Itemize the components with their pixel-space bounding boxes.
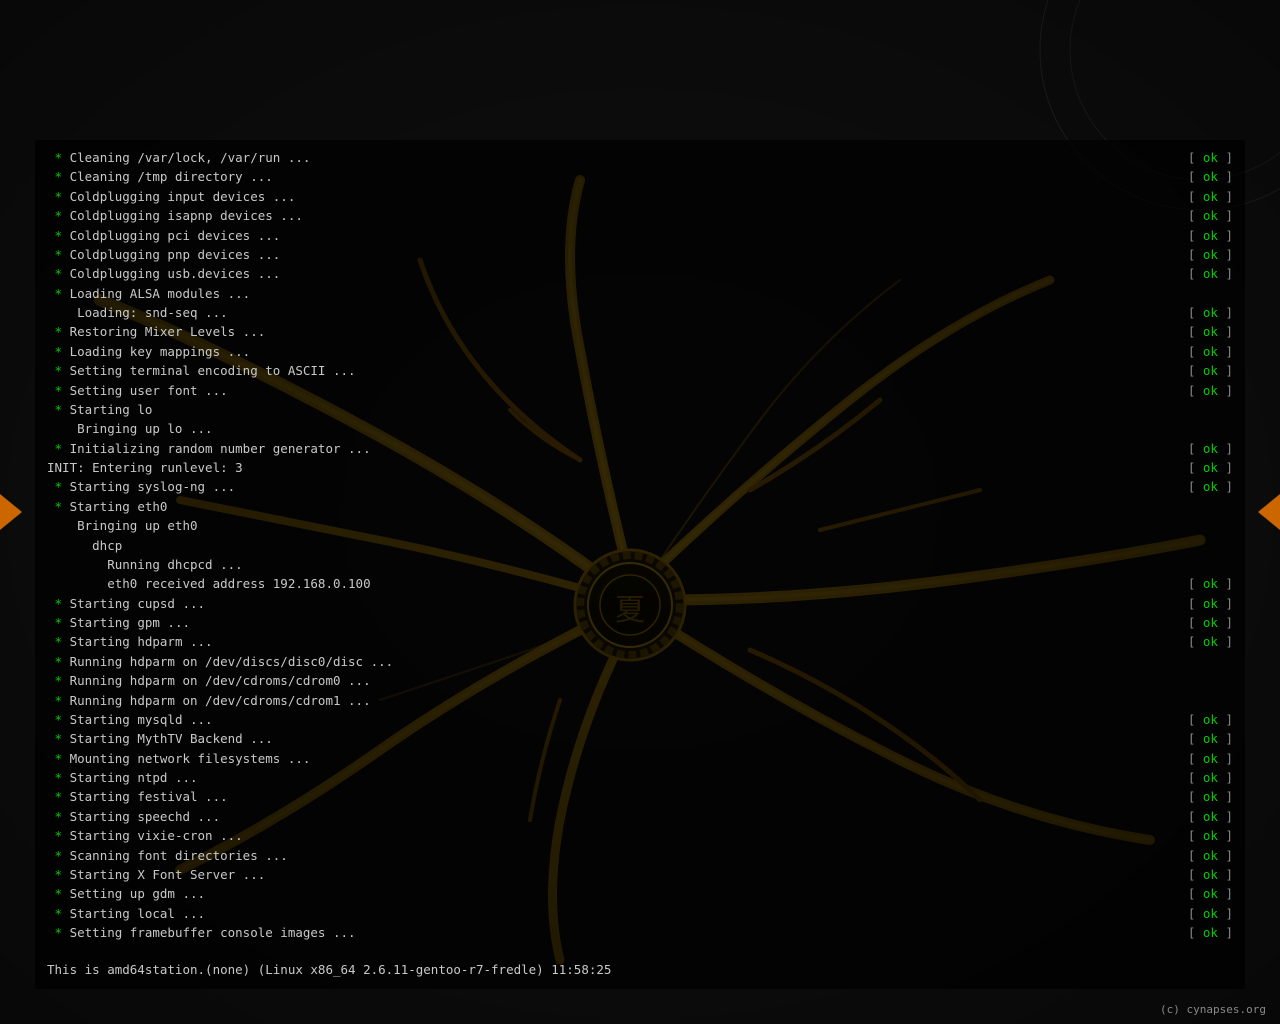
log-line: * Coldplugging input devices ...[ ok ] xyxy=(47,187,1233,206)
log-line: dhcp xyxy=(47,536,1233,555)
log-line: * Scanning font directories ...[ ok ] xyxy=(47,846,1233,865)
log-line: * Running hdparm on /dev/cdroms/cdrom1 .… xyxy=(47,691,1233,710)
log-line: * Starting eth0 xyxy=(47,497,1233,516)
terminal-content: * Cleaning /var/lock, /var/run ...[ ok ]… xyxy=(47,148,1233,981)
log-line: * Setting user font ...[ ok ] xyxy=(47,381,1233,400)
watermark: (c) cynapses.org xyxy=(1160,1003,1266,1016)
log-line: * Restoring Mixer Levels ...[ ok ] xyxy=(47,322,1233,341)
log-line: Bringing up lo ... xyxy=(47,419,1233,438)
log-line: * Setting up gdm ...[ ok ] xyxy=(47,884,1233,903)
log-line: * Starting cupsd ...[ ok ] xyxy=(47,594,1233,613)
boot-log: * Cleaning /var/lock, /var/run ...[ ok ]… xyxy=(47,148,1233,942)
log-line: * Starting festival ...[ ok ] xyxy=(47,787,1233,806)
log-line: * Coldplugging isapnp devices ...[ ok ] xyxy=(47,206,1233,225)
login-line: This is amd64station.(none) (Linux x86_6… xyxy=(47,960,1233,981)
log-line: * Starting gpm ...[ ok ] xyxy=(47,613,1233,632)
log-line: * Loading ALSA modules ... xyxy=(47,284,1233,303)
right-arrow-indicator xyxy=(1258,494,1280,530)
log-line: * Cleaning /tmp directory ...[ ok ] xyxy=(47,167,1233,186)
log-line: INIT: Entering runlevel: 3[ ok ] xyxy=(47,458,1233,477)
log-line: * Coldplugging pnp devices ...[ ok ] xyxy=(47,245,1233,264)
log-line: * Starting X Font Server ...[ ok ] xyxy=(47,865,1233,884)
log-line: * Setting terminal encoding to ASCII ...… xyxy=(47,361,1233,380)
log-line: Loading: snd-seq ...[ ok ] xyxy=(47,303,1233,322)
terminal-window: * Cleaning /var/lock, /var/run ...[ ok ]… xyxy=(35,140,1245,989)
log-line: * Cleaning /var/lock, /var/run ...[ ok ] xyxy=(47,148,1233,167)
log-line: * Running hdparm on /dev/discs/disc0/dis… xyxy=(47,652,1233,671)
log-line: * Setting framebuffer console images ...… xyxy=(47,923,1233,942)
log-line: * Starting lo xyxy=(47,400,1233,419)
log-line: * Coldplugging usb.devices ...[ ok ] xyxy=(47,264,1233,283)
log-line: Running dhcpcd ... xyxy=(47,555,1233,574)
log-line: * Mounting network filesystems ...[ ok ] xyxy=(47,749,1233,768)
log-line: * Starting syslog-ng ...[ ok ] xyxy=(47,477,1233,496)
log-line: * Coldplugging pci devices ...[ ok ] xyxy=(47,226,1233,245)
log-line: * Starting mysqld ...[ ok ] xyxy=(47,710,1233,729)
log-line: * Loading key mappings ...[ ok ] xyxy=(47,342,1233,361)
log-line: * Starting MythTV Backend ...[ ok ] xyxy=(47,729,1233,748)
login-section: This is amd64station.(none) (Linux x86_6… xyxy=(47,960,1233,981)
log-line: * Starting hdparm ...[ ok ] xyxy=(47,632,1233,651)
log-line: * Running hdparm on /dev/cdroms/cdrom0 .… xyxy=(47,671,1233,690)
log-line: * Starting vixie-cron ...[ ok ] xyxy=(47,826,1233,845)
log-line: * Initializing random number generator .… xyxy=(47,439,1233,458)
log-line: Bringing up eth0 xyxy=(47,516,1233,535)
log-line: * Starting speechd ...[ ok ] xyxy=(47,807,1233,826)
left-arrow-indicator xyxy=(0,494,22,530)
log-line: eth0 received address 192.168.0.100[ ok … xyxy=(47,574,1233,593)
log-line: * Starting ntpd ... [ ok ] xyxy=(47,768,1233,787)
log-line: * Starting local ...[ ok ] xyxy=(47,904,1233,923)
